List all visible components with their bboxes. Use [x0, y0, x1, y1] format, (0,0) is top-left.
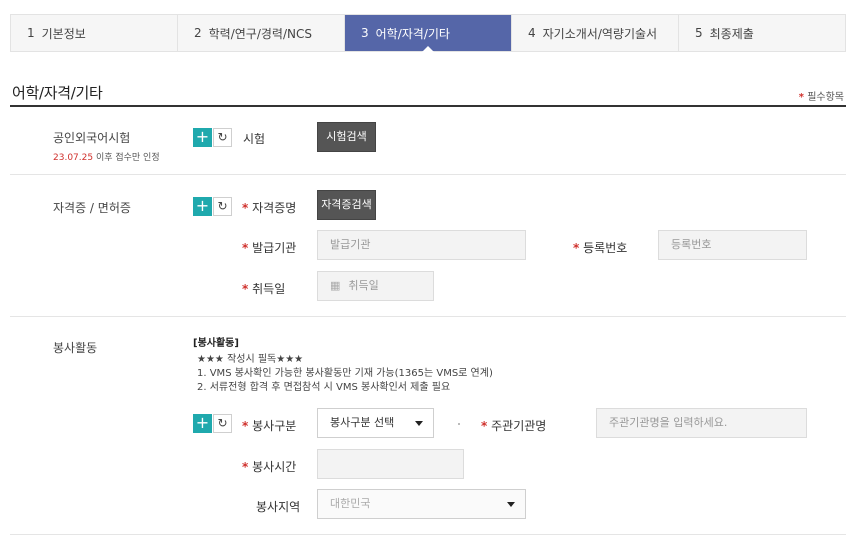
step-label: 기본정보 [41, 26, 86, 41]
step-5-final-submit[interactable]: 5 최종제출 [679, 15, 845, 51]
volunteer-notes: [봉사활동] ★★★ 작성시 필독★★★ 1. VMS 봉사확인 가능한 봉사활… [193, 337, 493, 395]
volunteer-notes-heading: [봉사활동] [193, 338, 239, 349]
divider-dot [458, 423, 460, 425]
row-divider [10, 174, 846, 175]
section-title: 어학/자격/기타 [12, 84, 103, 102]
plus-icon: + [195, 196, 210, 215]
calendar-icon: ▦ [330, 279, 341, 292]
volunteer-hours-input[interactable] [317, 449, 464, 479]
step-4-self-intro[interactable]: 4 자기소개서/역량기술서 [512, 15, 679, 51]
volunteer-region-label: 봉사지역 [256, 500, 301, 514]
volunteer-type-label-text: 봉사구분 [252, 419, 297, 433]
step-label: 최종제출 [709, 26, 754, 41]
required-note-text: 필수항목 [807, 92, 844, 103]
volunteer-type-select[interactable]: 봉사구분 선택 [317, 408, 434, 438]
language-test-note: 23.07.25 이후 접수만 인정 [53, 150, 160, 163]
step-number: 5 [695, 26, 703, 40]
acquired-date-input[interactable]: ▦ 취득일 [317, 271, 434, 301]
language-test-label: 공인외국어시험 [53, 131, 131, 145]
registration-number-label: * 등록번호 [573, 239, 627, 256]
volunteer-hours-label-text: 봉사시간 [252, 460, 297, 474]
required-star-icon: * [573, 241, 580, 255]
organizer-label-text: 주관기관명 [491, 419, 547, 433]
language-test-note-text: 이후 접수만 인정 [93, 153, 160, 163]
step-number: 2 [194, 26, 202, 40]
acquired-date-label-text: 취득일 [252, 282, 286, 296]
volunteer-region-value: 대한민국 [330, 497, 371, 510]
row-divider [10, 534, 846, 535]
volunteer-region-select[interactable]: 대한민국 [317, 489, 526, 519]
chevron-down-icon [507, 502, 515, 507]
required-note: * 필수항목 [799, 88, 844, 103]
volunteer-label: 봉사활동 [53, 341, 98, 355]
license-name-label-text: 자격증명 [252, 201, 297, 215]
volunteer-note-line: 2. 서류전형 합격 후 면접참석 시 VMS 봉사확인서 제출 필요 [197, 382, 451, 393]
volunteer-hours-label: * 봉사시간 [242, 458, 296, 475]
step-3-language-license[interactable]: 3 어학/자격/기타 [345, 15, 512, 52]
language-test-note-date: 23.07.25 [53, 153, 94, 163]
issuer-input[interactable]: 발급기관 [317, 230, 526, 260]
add-license-button[interactable]: + [193, 197, 212, 216]
refresh-icon: ↻ [217, 199, 228, 213]
step-label: 자기소개서/역량기술서 [542, 26, 658, 41]
title-divider [10, 105, 846, 107]
issuer-label-text: 발급기관 [252, 241, 297, 255]
step-label: 학력/연구/경력/NCS [208, 26, 312, 41]
required-star-icon: * [242, 201, 249, 215]
organizer-input[interactable]: 주관기관명을 입력하세요. [596, 408, 807, 438]
required-star-icon: * [242, 282, 249, 296]
add-language-test-button[interactable]: + [193, 128, 212, 147]
required-star-icon: * [242, 460, 249, 474]
volunteer-type-value: 봉사구분 선택 [330, 416, 395, 429]
step-number: 1 [27, 26, 35, 40]
volunteer-note-line: ★★★ 작성시 필독★★★ [197, 354, 304, 365]
organizer-label: * 주관기관명 [481, 417, 546, 434]
test-search-button[interactable]: 시험검색 [317, 122, 376, 152]
license-name-label: * 자격증명 [242, 199, 296, 216]
chevron-down-icon [415, 421, 423, 426]
acquired-date-label: * 취득일 [242, 280, 285, 297]
step-number: 4 [528, 26, 536, 40]
acquired-date-placeholder: 취득일 [348, 279, 379, 292]
step-label: 어학/자격/기타 [375, 26, 450, 41]
step-1-basic-info[interactable]: 1 기본정보 [11, 15, 178, 51]
refresh-icon: ↻ [217, 130, 228, 144]
step-tabs: 1 기본정보 2 학력/연구/경력/NCS 3 어학/자격/기타 4 자기소개서… [10, 14, 846, 52]
refresh-icon: ↻ [217, 416, 228, 430]
plus-icon: + [195, 127, 210, 146]
test-field-label: 시험 [243, 132, 266, 146]
step-number: 3 [361, 26, 369, 40]
add-volunteer-button[interactable]: + [193, 414, 212, 433]
issuer-label: * 발급기관 [242, 239, 296, 256]
row-divider [10, 316, 846, 317]
license-search-button[interactable]: 자격증검색 [317, 190, 376, 220]
registration-number-label-text: 등록번호 [583, 241, 628, 255]
license-label: 자격증 / 면허증 [53, 201, 131, 215]
reset-license-button[interactable]: ↻ [213, 197, 232, 216]
plus-icon: + [195, 413, 210, 432]
reset-language-test-button[interactable]: ↻ [213, 128, 232, 147]
required-star-icon: * [242, 241, 249, 255]
required-star-icon: * [242, 419, 249, 433]
required-star-icon: * [798, 92, 804, 103]
step-2-education[interactable]: 2 학력/연구/경력/NCS [178, 15, 345, 51]
reset-volunteer-button[interactable]: ↻ [213, 414, 232, 433]
volunteer-type-label: * 봉사구분 [242, 417, 296, 434]
required-star-icon: * [481, 419, 488, 433]
registration-number-input[interactable]: 등록번호 [658, 230, 807, 260]
volunteer-note-line: 1. VMS 봉사확인 가능한 봉사활동만 기재 가능(1365는 VMS로 연… [197, 368, 493, 379]
